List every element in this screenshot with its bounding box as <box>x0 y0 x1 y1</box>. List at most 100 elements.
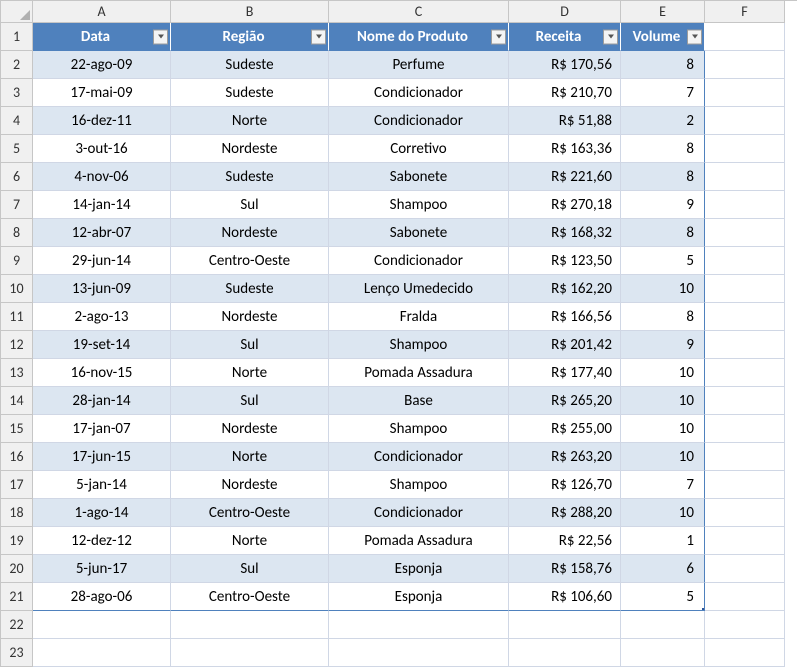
row-header-6[interactable]: 6 <box>1 163 33 191</box>
cell-empty[interactable] <box>329 639 509 667</box>
cell-receita[interactable]: R$ 210,70 <box>509 79 621 107</box>
table-header-data[interactable]: Data <box>33 23 171 51</box>
column-header-C[interactable]: C <box>329 1 509 23</box>
table-header-receita[interactable]: Receita <box>509 23 621 51</box>
table-header-nome-do-produto[interactable]: Nome do Produto <box>329 23 509 51</box>
cell-empty[interactable] <box>329 611 509 639</box>
filter-dropdown-icon[interactable] <box>311 29 326 44</box>
filter-dropdown-icon[interactable] <box>153 29 168 44</box>
row-header-23[interactable]: 23 <box>1 639 33 667</box>
row-header-8[interactable]: 8 <box>1 219 33 247</box>
cell-volume[interactable]: 5 <box>621 247 705 275</box>
row-header-12[interactable]: 12 <box>1 331 33 359</box>
cell-produto[interactable]: Condicionador <box>329 79 509 107</box>
cell-F19[interactable] <box>705 527 785 555</box>
row-header-4[interactable]: 4 <box>1 107 33 135</box>
cell-receita[interactable]: R$ 177,40 <box>509 359 621 387</box>
cell-produto[interactable]: Pomada Assadura <box>329 527 509 555</box>
column-header-D[interactable]: D <box>509 1 621 23</box>
cell-receita[interactable]: R$ 162,20 <box>509 275 621 303</box>
cell-F9[interactable] <box>705 247 785 275</box>
row-header-17[interactable]: 17 <box>1 471 33 499</box>
cell-regiao[interactable]: Nordeste <box>171 219 329 247</box>
row-header-13[interactable]: 13 <box>1 359 33 387</box>
cell-receita[interactable]: R$ 201,42 <box>509 331 621 359</box>
cell-data[interactable]: 12-dez-12 <box>33 527 171 555</box>
cell-data[interactable]: 1-ago-14 <box>33 499 171 527</box>
row-header-7[interactable]: 7 <box>1 191 33 219</box>
cell-receita[interactable]: R$ 221,60 <box>509 163 621 191</box>
row-header-20[interactable]: 20 <box>1 555 33 583</box>
cell-receita[interactable]: R$ 163,36 <box>509 135 621 163</box>
cell-empty[interactable] <box>621 639 705 667</box>
cell-produto[interactable]: Shampoo <box>329 471 509 499</box>
cell-volume[interactable]: 1 <box>621 527 705 555</box>
cell-F13[interactable] <box>705 359 785 387</box>
cell-volume[interactable]: 6 <box>621 555 705 583</box>
cell-produto[interactable]: Condicionador <box>329 499 509 527</box>
cell-regiao[interactable]: Norte <box>171 107 329 135</box>
cell-regiao[interactable]: Nordeste <box>171 303 329 331</box>
cell-data[interactable]: 19-set-14 <box>33 331 171 359</box>
cell-F11[interactable] <box>705 303 785 331</box>
cell-produto[interactable]: Shampoo <box>329 415 509 443</box>
cell-volume[interactable]: 10 <box>621 499 705 527</box>
cell-regiao[interactable]: Sul <box>171 555 329 583</box>
filter-dropdown-icon[interactable] <box>491 29 506 44</box>
cell-regiao[interactable]: Nordeste <box>171 135 329 163</box>
cell-data[interactable]: 28-ago-06 <box>33 583 171 611</box>
cell-receita[interactable]: R$ 255,00 <box>509 415 621 443</box>
cell-regiao[interactable]: Sul <box>171 331 329 359</box>
cell-data[interactable]: 2-ago-13 <box>33 303 171 331</box>
cell-empty[interactable] <box>509 611 621 639</box>
cell-receita[interactable]: R$ 158,76 <box>509 555 621 583</box>
cell-regiao[interactable]: Norte <box>171 527 329 555</box>
cell-receita[interactable]: R$ 265,20 <box>509 387 621 415</box>
cell-F2[interactable] <box>705 51 785 79</box>
cell-volume[interactable]: 5 <box>621 583 705 611</box>
cell-produto[interactable]: Condicionador <box>329 107 509 135</box>
cell-data[interactable]: 28-jan-14 <box>33 387 171 415</box>
table-header-região[interactable]: Região <box>171 23 329 51</box>
column-header-E[interactable]: E <box>621 1 705 23</box>
cell-volume[interactable]: 2 <box>621 107 705 135</box>
cell-produto[interactable]: Pomada Assadura <box>329 359 509 387</box>
row-header-5[interactable]: 5 <box>1 135 33 163</box>
cell-empty[interactable] <box>705 639 785 667</box>
cell-regiao[interactable]: Norte <box>171 443 329 471</box>
cell-receita[interactable]: R$ 126,70 <box>509 471 621 499</box>
cell-data[interactable]: 13-jun-09 <box>33 275 171 303</box>
cell-volume[interactable]: 10 <box>621 415 705 443</box>
cell-empty[interactable] <box>33 639 171 667</box>
cell-receita[interactable]: R$ 51,88 <box>509 107 621 135</box>
cell-F21[interactable] <box>705 583 785 611</box>
cell-regiao[interactable]: Sul <box>171 387 329 415</box>
cell-volume[interactable]: 9 <box>621 331 705 359</box>
row-header-2[interactable]: 2 <box>1 51 33 79</box>
cell-produto[interactable]: Fralda <box>329 303 509 331</box>
cell-produto[interactable]: Lenço Umedecido <box>329 275 509 303</box>
cell-volume[interactable]: 10 <box>621 387 705 415</box>
cell-volume[interactable]: 10 <box>621 359 705 387</box>
cell-F10[interactable] <box>705 275 785 303</box>
cell-receita[interactable]: R$ 123,50 <box>509 247 621 275</box>
cell-regiao[interactable]: Centro-Oeste <box>171 583 329 611</box>
cell-empty[interactable] <box>171 611 329 639</box>
cell-F6[interactable] <box>705 163 785 191</box>
cell-regiao[interactable]: Sudeste <box>171 163 329 191</box>
cell-F7[interactable] <box>705 191 785 219</box>
cell-volume[interactable]: 10 <box>621 443 705 471</box>
cell-empty[interactable] <box>33 611 171 639</box>
cell-regiao[interactable]: Sul <box>171 191 329 219</box>
cell-data[interactable]: 5-jan-14 <box>33 471 171 499</box>
cell-receita[interactable]: R$ 168,32 <box>509 219 621 247</box>
column-header-B[interactable]: B <box>171 1 329 23</box>
cell-data[interactable]: 16-dez-11 <box>33 107 171 135</box>
cell-data[interactable]: 12-abr-07 <box>33 219 171 247</box>
cell-produto[interactable]: Base <box>329 387 509 415</box>
cell-F17[interactable] <box>705 471 785 499</box>
spreadsheet-grid[interactable]: ABCDEF1DataRegiãoNome do ProdutoReceitaV… <box>0 0 797 667</box>
cell-produto[interactable]: Condicionador <box>329 443 509 471</box>
cell-volume[interactable]: 7 <box>621 79 705 107</box>
cell-data[interactable]: 4-nov-06 <box>33 163 171 191</box>
